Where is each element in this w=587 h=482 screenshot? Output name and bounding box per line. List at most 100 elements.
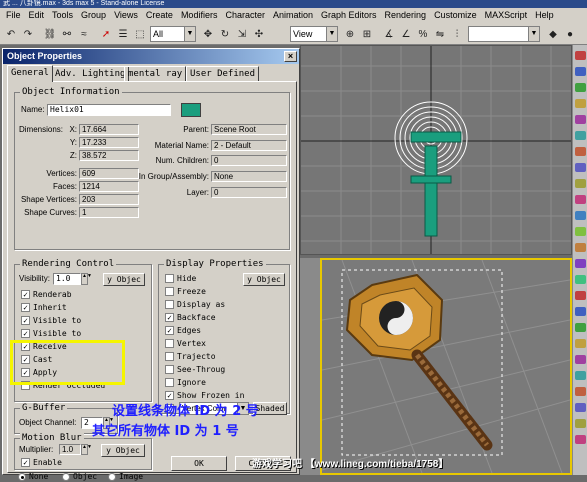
select-move-icon[interactable]: ✥: [200, 26, 216, 42]
gengon-icon[interactable]: [575, 275, 586, 284]
chevron-down-icon: ▼: [528, 27, 539, 41]
tab-user-defined[interactable]: User Defined: [186, 66, 260, 81]
snap-toggle-icon[interactable]: ∡: [381, 26, 397, 42]
menu-group[interactable]: Group: [77, 8, 110, 23]
camera-icon[interactable]: [575, 419, 586, 428]
menu-graph-editors[interactable]: Graph Editors: [317, 8, 381, 23]
hedra-icon[interactable]: [575, 211, 586, 220]
menu-character[interactable]: Character: [221, 8, 269, 23]
perspective-viewport[interactable]: [320, 258, 572, 475]
motion-blur-by-object-button[interactable]: y Objec: [101, 444, 145, 457]
vertices-label: Vertices:: [46, 169, 77, 178]
tab-general[interactable]: General: [7, 65, 53, 82]
sphere-icon[interactable]: [575, 67, 586, 76]
undo-icon[interactable]: ↶: [3, 26, 19, 42]
tube-icon[interactable]: [575, 163, 586, 172]
cylinder-icon[interactable]: [575, 83, 586, 92]
spindle-icon[interactable]: [575, 259, 586, 268]
align-icon[interactable]: ⫶: [449, 26, 465, 42]
select-object-icon[interactable]: ➚: [98, 26, 114, 42]
menu-tools[interactable]: Tools: [48, 8, 77, 23]
unlink-icon[interactable]: ⚯: [59, 26, 75, 42]
display-as-box-checkbox[interactable]: Display as: [165, 300, 225, 310]
select-manipulate-icon[interactable]: ✣: [251, 26, 267, 42]
visibility-field[interactable]: 1.0: [53, 273, 81, 285]
menu-modifiers[interactable]: Modifiers: [177, 8, 222, 23]
pyramid-icon[interactable]: [575, 179, 586, 188]
menu-customize[interactable]: Customize: [430, 8, 481, 23]
ring-wave-icon[interactable]: [575, 291, 586, 300]
object-name-field[interactable]: Helix01: [47, 104, 171, 116]
menu-maxscript[interactable]: MAXScript: [481, 8, 532, 23]
hide-checkbox[interactable]: Hide: [165, 274, 196, 284]
motion-blur-enable-checkbox[interactable]: ✓ Enable: [21, 458, 62, 468]
redo-icon[interactable]: ↷: [20, 26, 36, 42]
menu-views[interactable]: Views: [110, 8, 142, 23]
select-scale-icon[interactable]: ⇲: [234, 26, 250, 42]
visibility-spinner-icon[interactable]: ▲▼: [81, 273, 92, 285]
motion-blur-object-radio[interactable]: Objec: [62, 472, 97, 482]
light-icon[interactable]: [575, 403, 586, 412]
hose-icon[interactable]: [575, 387, 586, 396]
select-by-name-icon[interactable]: ☰: [115, 26, 131, 42]
ok-button[interactable]: OK: [171, 456, 227, 471]
display-by-object-button[interactable]: y Objec: [243, 273, 285, 286]
menu-file[interactable]: File: [2, 8, 25, 23]
menu-create[interactable]: Create: [142, 8, 177, 23]
vertex-ticks-checkbox[interactable]: Vertex: [165, 339, 206, 349]
trajectory-checkbox[interactable]: Trajecto: [165, 352, 216, 362]
torus-knot-icon[interactable]: [575, 323, 586, 332]
motion-blur-image-radio[interactable]: Image: [108, 472, 143, 482]
helper-icon[interactable]: [575, 435, 586, 444]
tab-adv-lighting[interactable]: Adv. Lighting: [51, 66, 130, 81]
motion-blur-none-radio[interactable]: None: [18, 472, 48, 482]
ignore-extents-checkbox[interactable]: Ignore: [165, 378, 206, 388]
multiplier-field[interactable]: 1.0: [59, 444, 81, 455]
material-editor-icon[interactable]: ●: [562, 26, 578, 42]
pivot-center-icon[interactable]: ⊕: [342, 26, 358, 42]
torus-icon[interactable]: [575, 99, 586, 108]
chamfer-box-icon[interactable]: [575, 227, 586, 236]
close-icon[interactable]: ×: [284, 51, 297, 62]
visible-to-reflection-checkbox[interactable]: ✓ Visible to: [21, 329, 81, 339]
top-viewport[interactable]: [300, 45, 572, 255]
oil-tank-icon[interactable]: [575, 243, 586, 252]
capsule-icon[interactable]: [575, 339, 586, 348]
object-color-swatch[interactable]: [181, 103, 201, 117]
l-ext-icon[interactable]: [575, 355, 586, 364]
menu-animation[interactable]: Animation: [269, 8, 317, 23]
menu-edit[interactable]: Edit: [25, 8, 49, 23]
menu-help[interactable]: Help: [531, 8, 558, 23]
mirror-icon[interactable]: ⇋: [432, 26, 448, 42]
region-select-icon[interactable]: ⬚: [132, 26, 148, 42]
c-ext-icon[interactable]: [575, 371, 586, 380]
percent-snap-icon[interactable]: %: [415, 26, 431, 42]
plane-icon[interactable]: [575, 195, 586, 204]
prism-icon[interactable]: [575, 307, 586, 316]
see-through-checkbox[interactable]: See-Throug: [165, 365, 225, 375]
angle-snap-icon[interactable]: ∠: [398, 26, 414, 42]
axis-constraint-icon[interactable]: ⊞: [359, 26, 375, 42]
teapot-icon[interactable]: [575, 115, 586, 124]
chevron-down-icon: ▼: [326, 27, 337, 41]
multiplier-spinner-icon[interactable]: ▲▼: [81, 444, 92, 455]
edges-only-checkbox[interactable]: ✓ Edges: [165, 326, 201, 336]
box-icon[interactable]: [575, 51, 586, 60]
visible-to-camera-checkbox[interactable]: ✓ Visible to: [21, 316, 81, 326]
freeze-checkbox[interactable]: Freeze: [165, 287, 206, 297]
reference-coordinate-dropdown[interactable]: View ▼: [290, 26, 338, 42]
selection-filter-dropdown[interactable]: All ▼: [150, 26, 196, 42]
named-selection-sets-dropdown[interactable]: ▼: [468, 26, 540, 42]
inherit-visibility-checkbox[interactable]: ✓ Inherit: [21, 303, 67, 313]
tab-mental-ray[interactable]: mental ray: [124, 66, 187, 81]
select-rotate-icon[interactable]: ↻: [217, 26, 233, 42]
cone-icon[interactable]: [575, 131, 586, 140]
select-link-icon[interactable]: ⛓: [42, 26, 58, 42]
menu-rendering[interactable]: Rendering: [381, 8, 431, 23]
geosphere-icon[interactable]: [575, 147, 586, 156]
rendering-by-object-button[interactable]: y Objec: [103, 273, 145, 286]
bind-space-warp-icon[interactable]: ≈: [76, 26, 92, 42]
backface-cull-checkbox[interactable]: ✓ Backface: [165, 313, 216, 323]
renderable-checkbox[interactable]: ✓ Renderab: [21, 290, 72, 300]
curve-editor-icon[interactable]: ◆: [545, 26, 561, 42]
